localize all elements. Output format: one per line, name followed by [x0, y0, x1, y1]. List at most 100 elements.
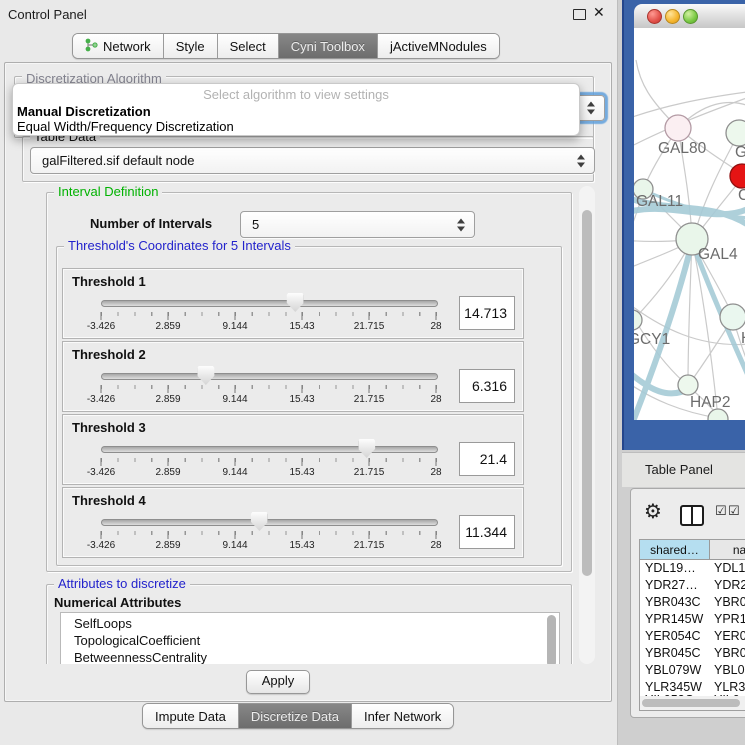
- tab-select-label: Select: [230, 39, 266, 54]
- threshold-4-slider-thumb[interactable]: [251, 512, 268, 531]
- node-label-gal80: GAL80: [658, 140, 707, 157]
- popup-option-manual-discretization[interactable]: Manual Discretization: [17, 104, 151, 119]
- gear-icon[interactable]: ⚙: [644, 499, 662, 523]
- slider-minor-ticks: [101, 531, 438, 535]
- tick-label: 28: [430, 540, 441, 551]
- threshold-1-slider-track[interactable]: [101, 300, 438, 307]
- cyni-mode-tabs: Impute Data Discretize Data Infer Networ…: [142, 703, 454, 729]
- table-cell[interactable]: YPR1: [714, 611, 745, 628]
- numerical-attributes-list: SelfLoops TopologicalCoefficient Between…: [60, 612, 560, 664]
- tab-discretize-data[interactable]: Discretize Data: [239, 704, 352, 728]
- threshold-1-value-field[interactable]: 14.713: [459, 296, 515, 330]
- close-traffic-light[interactable]: [647, 9, 662, 24]
- tick-label: -3.426: [87, 467, 115, 478]
- combo-arrows-icon: [577, 154, 585, 167]
- table-panel-titlebar: Table Panel: [622, 452, 745, 487]
- node-hap2[interactable]: [678, 375, 698, 395]
- tab-infer-network[interactable]: Infer Network: [352, 704, 453, 728]
- list-scrollbar-thumb[interactable]: [547, 615, 556, 664]
- table-horizontal-scrollbar-thumb[interactable]: [642, 699, 740, 707]
- table-cell[interactable]: YDL1: [714, 560, 745, 577]
- node-gal80[interactable]: [665, 115, 691, 141]
- threshold-1-slider-thumb[interactable]: [287, 293, 304, 312]
- network-graph: GAL80 GA GAL11 C GAL4 GCY1 H HAP2: [634, 28, 745, 420]
- threshold-2-slider-thumb[interactable]: [197, 366, 214, 385]
- table-cell[interactable]: YBR045C: [645, 645, 701, 662]
- threshold-3-value-field[interactable]: 21.4: [459, 442, 515, 476]
- tab-network-label: Network: [103, 39, 151, 54]
- node-right-mid[interactable]: [720, 304, 745, 330]
- column-header-name[interactable]: na: [710, 540, 745, 560]
- tab-style-label: Style: [176, 39, 205, 54]
- table-cell[interactable]: YBL079W: [645, 662, 701, 679]
- list-item-topologicalcoefficient[interactable]: TopologicalCoefficient: [74, 633, 200, 648]
- list-item-betweennesscentrality[interactable]: BetweennessCentrality: [74, 650, 207, 664]
- list-item-selfloops[interactable]: SelfLoops: [74, 616, 132, 631]
- tick-label: 15.43: [289, 394, 314, 405]
- threshold-2-label: Threshold 2: [72, 347, 146, 362]
- number-of-intervals-spinner[interactable]: 5: [240, 211, 475, 238]
- checkbox-icon[interactable]: ☑: [715, 504, 727, 519]
- attributes-group-title: Attributes to discretize: [54, 577, 190, 591]
- zoom-traffic-light[interactable]: [683, 9, 698, 24]
- threshold-2-value-field[interactable]: 6.316: [459, 369, 515, 403]
- threshold-3-label: Threshold 3: [72, 420, 146, 435]
- tick-label: 9.144: [222, 394, 247, 405]
- table-cell[interactable]: YDR27…: [645, 577, 698, 594]
- threshold-3-slider-thumb[interactable]: [358, 439, 375, 458]
- apply-button[interactable]: Apply: [246, 670, 310, 694]
- slider-minor-ticks: [101, 458, 438, 462]
- tab-impute-data[interactable]: Impute Data: [143, 704, 239, 728]
- threshold-4-slider-track[interactable]: [101, 519, 438, 526]
- network-window-titlebar[interactable]: [634, 4, 745, 29]
- tick-label: 28: [430, 467, 441, 478]
- interval-definition-group-title: Interval Definition: [54, 185, 162, 199]
- table-cell[interactable]: YER054C: [645, 628, 701, 645]
- threshold-1-label: Threshold 1: [72, 274, 146, 289]
- table-cell[interactable]: YBR0: [714, 645, 745, 662]
- tick-label: 9.144: [222, 467, 247, 478]
- threshold-4-value-field[interactable]: 11.344: [459, 515, 515, 549]
- column-header-shared-name[interactable]: shared…: [640, 540, 710, 560]
- split-columns-icon[interactable]: [680, 505, 704, 526]
- table-cell[interactable]: YDL19…: [645, 560, 696, 577]
- network-canvas[interactable]: GAL80 GA GAL11 C GAL4 GCY1 H HAP2: [634, 28, 745, 420]
- threshold-3-slider-track[interactable]: [101, 446, 438, 453]
- close-icon[interactable]: ✕: [593, 4, 605, 21]
- tab-style[interactable]: Style: [164, 34, 218, 58]
- node-label-gal4: GAL4: [698, 246, 738, 263]
- settings-scroll-viewport: Interval Definition Number of Intervals …: [8, 184, 578, 664]
- checkbox-icon[interactable]: ☑: [728, 504, 740, 519]
- table-cell[interactable]: YER0: [714, 628, 745, 645]
- float-window-icon[interactable]: [573, 9, 586, 20]
- table-data-combo[interactable]: galFiltered.sif default node: [30, 147, 595, 174]
- table-cell[interactable]: YBR0: [714, 594, 745, 611]
- tick-label: 2.859: [155, 394, 180, 405]
- number-of-intervals-label: Number of Intervals: [86, 217, 216, 231]
- node-label-gcy1: GCY1: [634, 331, 670, 348]
- settings-scrollbar-thumb[interactable]: [582, 210, 592, 576]
- settings-scrollbar-track[interactable]: [579, 186, 595, 664]
- app-root: { "window": {"title": "Control Panel"}, …: [0, 0, 745, 745]
- table-horizontal-scrollbar[interactable]: [640, 696, 745, 710]
- tab-jactivemnodules[interactable]: jActiveMNodules: [378, 34, 499, 58]
- tick-label: 15.43: [289, 467, 314, 478]
- table-cell[interactable]: YDR2: [714, 577, 745, 594]
- tab-network[interactable]: Network: [73, 34, 164, 58]
- tick-label: 21.715: [354, 394, 385, 405]
- tab-cyni-toolbox[interactable]: Cyni Toolbox: [279, 34, 378, 58]
- table-data-combo-value: galFiltered.sif default node: [42, 153, 194, 168]
- table-cell[interactable]: YBL0: [714, 662, 745, 679]
- tab-select[interactable]: Select: [218, 34, 279, 58]
- threshold-1-box: Threshold 1 -3.426 2.859 9.144 15.43 21.…: [62, 268, 524, 339]
- popup-option-equal-width-frequency[interactable]: Equal Width/Frequency Discretization: [17, 119, 234, 134]
- table-cell[interactable]: YBR043C: [645, 594, 701, 611]
- threshold-2-slider-track[interactable]: [101, 373, 438, 380]
- tab-discretize-data-label: Discretize Data: [251, 709, 339, 724]
- minimize-traffic-light[interactable]: [665, 9, 680, 24]
- table-cell[interactable]: YPR145W: [645, 611, 703, 628]
- tick-label: -3.426: [87, 321, 115, 332]
- node-top-right[interactable]: [726, 120, 745, 146]
- slider-minor-ticks: [101, 385, 438, 389]
- control-panel-window: Control Panel ✕ Network Style Select Cyn…: [0, 0, 618, 745]
